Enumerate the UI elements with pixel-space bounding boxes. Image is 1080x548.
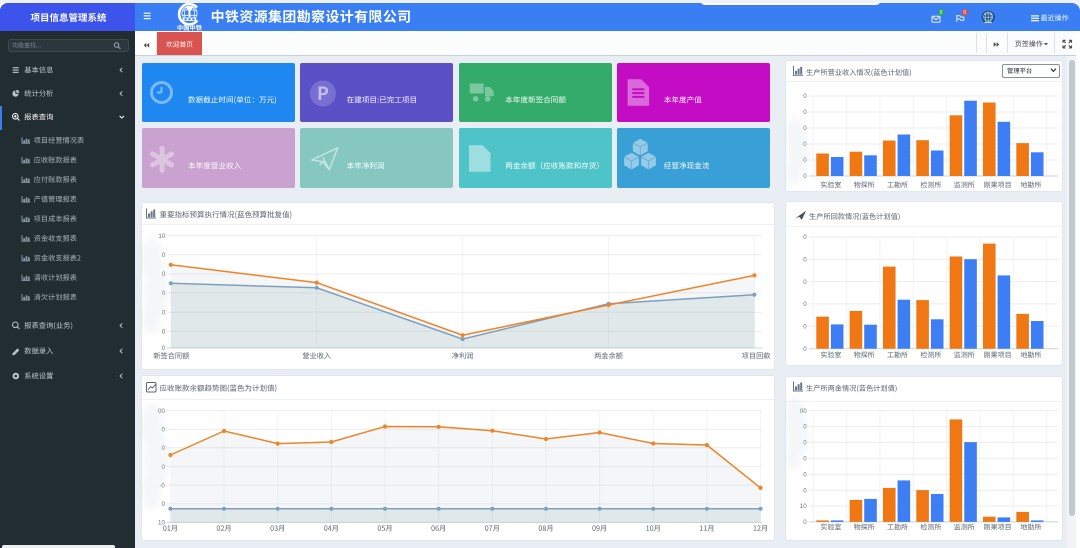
svg-text:0: 0 xyxy=(803,93,807,100)
svg-text:0: 0 xyxy=(803,323,807,330)
svg-text:0: 0 xyxy=(803,257,807,264)
svg-text:0: 0 xyxy=(940,10,943,16)
svg-text:0: 0 xyxy=(803,346,807,353)
svg-text:0: 0 xyxy=(162,345,166,352)
svg-text:0: 0 xyxy=(803,456,807,463)
svg-text:0: 0 xyxy=(803,173,807,180)
svg-text:0: 0 xyxy=(803,471,807,478)
svg-text:0: 0 xyxy=(803,109,807,116)
svg-text:0: 0 xyxy=(161,501,165,508)
svg-text:0: 0 xyxy=(803,301,807,308)
svg-text:0: 0 xyxy=(803,519,807,526)
svg-text:0: 0 xyxy=(803,279,807,286)
svg-text:10: 10 xyxy=(158,233,165,240)
svg-text:0: 0 xyxy=(803,234,807,241)
svg-text:0: 0 xyxy=(803,487,807,494)
svg-text:0: 0 xyxy=(963,10,966,16)
svg-text:0: 0 xyxy=(162,328,166,335)
svg-text:10: 10 xyxy=(800,503,807,510)
